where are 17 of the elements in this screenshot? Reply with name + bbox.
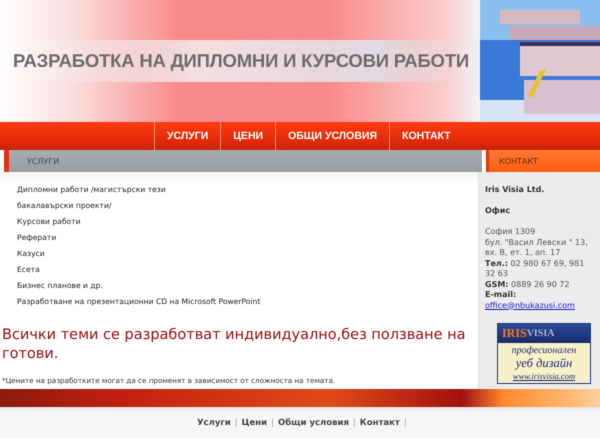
separator: | (234, 418, 238, 428)
notice-text: Всички теми се разработват индивидуално,без ползване на готови. (2, 326, 467, 364)
office-label: Офис (485, 206, 512, 215)
footer-link[interactable]: Цени (242, 418, 268, 428)
contact-details: София 1309 бул. "Васил Левски " 13, вх. В, ет. 1, ап. 17 Тел.: 02 980 67 69, 981 32 63 GSM: 0889 26 90 72 E-mail: (485, 227, 589, 300)
section-heading: КОНТАКТ (486, 150, 600, 172)
company-name: Iris Visia Ltd. (485, 185, 546, 194)
separator: | (271, 418, 274, 428)
separator: | (404, 418, 407, 428)
banner-title: РАЗРАБОТКА НА ДИПЛОМНИ И КУРСОВИ РАБОТИ (13, 40, 469, 82)
separator: | (352, 418, 356, 428)
footer-link[interactable]: Услуги (197, 418, 231, 428)
footer-link[interactable]: Контакт (360, 418, 400, 428)
email-link[interactable]: office@nbukazusi.com (485, 300, 600, 310)
ad-banner[interactable]: IRISVISIA професионален уеб дизайн www.irisvisia.com (497, 322, 591, 384)
section-heading: УСЛУГИ (4, 150, 482, 172)
footer-link[interactable]: Общи условия (278, 418, 349, 428)
